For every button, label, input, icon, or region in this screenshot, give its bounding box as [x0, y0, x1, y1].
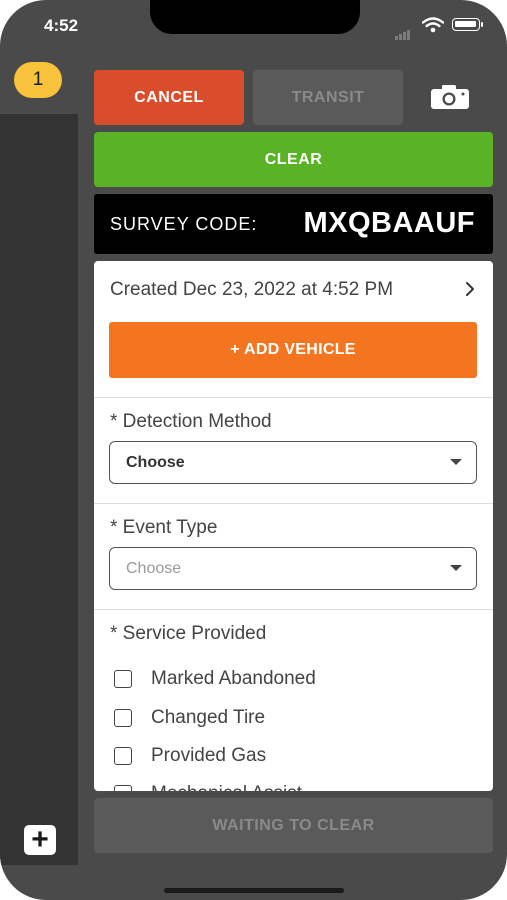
service-provided-label: * Service Provided: [110, 623, 267, 644]
checkbox[interactable]: [114, 785, 132, 791]
add-event-button[interactable]: +: [24, 825, 56, 855]
cancel-button[interactable]: CANCEL: [94, 70, 244, 125]
event-type-label: * Event Type: [110, 517, 218, 538]
status-time: 4:52: [44, 16, 79, 35]
detection-method-value: Choose: [126, 454, 185, 471]
event-type-select[interactable]: Choose: [109, 547, 477, 590]
survey-code-label: SURVEY CODE:: [110, 214, 258, 234]
phone-frame: 4:52 1 + CANCEL TRANSIT CLEAR SURVEY COD…: [0, 0, 507, 900]
waiting-to-clear-button[interactable]: WAITING TO CLEAR: [94, 798, 493, 853]
notch: [150, 0, 360, 34]
survey-code-value: MXQBAAUF: [303, 207, 475, 239]
caret-down-icon: [450, 565, 462, 571]
created-timestamp: Created Dec 23, 2022 at 4:52 PM: [110, 279, 394, 300]
divider: [94, 609, 493, 610]
sidebar-header: 1: [0, 50, 78, 114]
checkbox-label: Changed Tire: [151, 707, 266, 728]
survey-code-bar: SURVEY CODE: MXQBAAUF: [94, 194, 493, 254]
camera-icon[interactable]: [430, 84, 470, 110]
caret-down-icon: [450, 459, 462, 465]
transit-button[interactable]: TRANSIT: [253, 70, 403, 125]
chevron-right-icon: [466, 282, 474, 296]
checkbox-label: Marked Abandoned: [151, 668, 316, 689]
sidebar: 1 +: [0, 50, 78, 865]
clear-button[interactable]: CLEAR: [94, 132, 493, 187]
event-form-card: Created Dec 23, 2022 at 4:52 PM + ADD VE…: [94, 261, 493, 791]
checkbox[interactable]: [114, 670, 132, 688]
cellular-signal-icon: [395, 22, 411, 40]
checkbox[interactable]: [114, 709, 132, 727]
battery-tip: [481, 22, 483, 27]
divider: [94, 397, 493, 398]
checkbox-label: Mechanical Assist: [151, 783, 302, 791]
checkbox-label: Provided Gas: [151, 745, 267, 766]
event-count-badge[interactable]: 1: [14, 62, 62, 98]
status-bar: 4:52: [0, 0, 507, 50]
detection-method-select[interactable]: Choose: [109, 441, 477, 484]
detection-method-label: * Detection Method: [110, 411, 272, 432]
wifi-icon: [422, 17, 444, 33]
created-row[interactable]: Created Dec 23, 2022 at 4:52 PM: [94, 261, 493, 319]
event-type-placeholder: Choose: [126, 560, 182, 577]
divider: [94, 503, 493, 504]
checkbox[interactable]: [114, 747, 132, 765]
battery-icon: [452, 18, 480, 31]
home-indicator[interactable]: [164, 888, 344, 893]
add-vehicle-button[interactable]: + ADD VEHICLE: [109, 322, 477, 378]
